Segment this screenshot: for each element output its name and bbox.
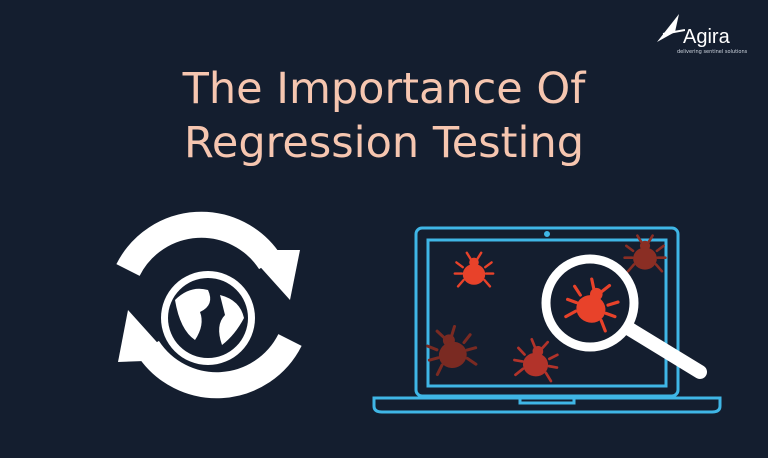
bug-icon xyxy=(453,251,495,288)
bug-icon xyxy=(510,335,563,384)
refresh-globe-icon xyxy=(116,211,302,399)
bug-icon xyxy=(421,321,482,378)
